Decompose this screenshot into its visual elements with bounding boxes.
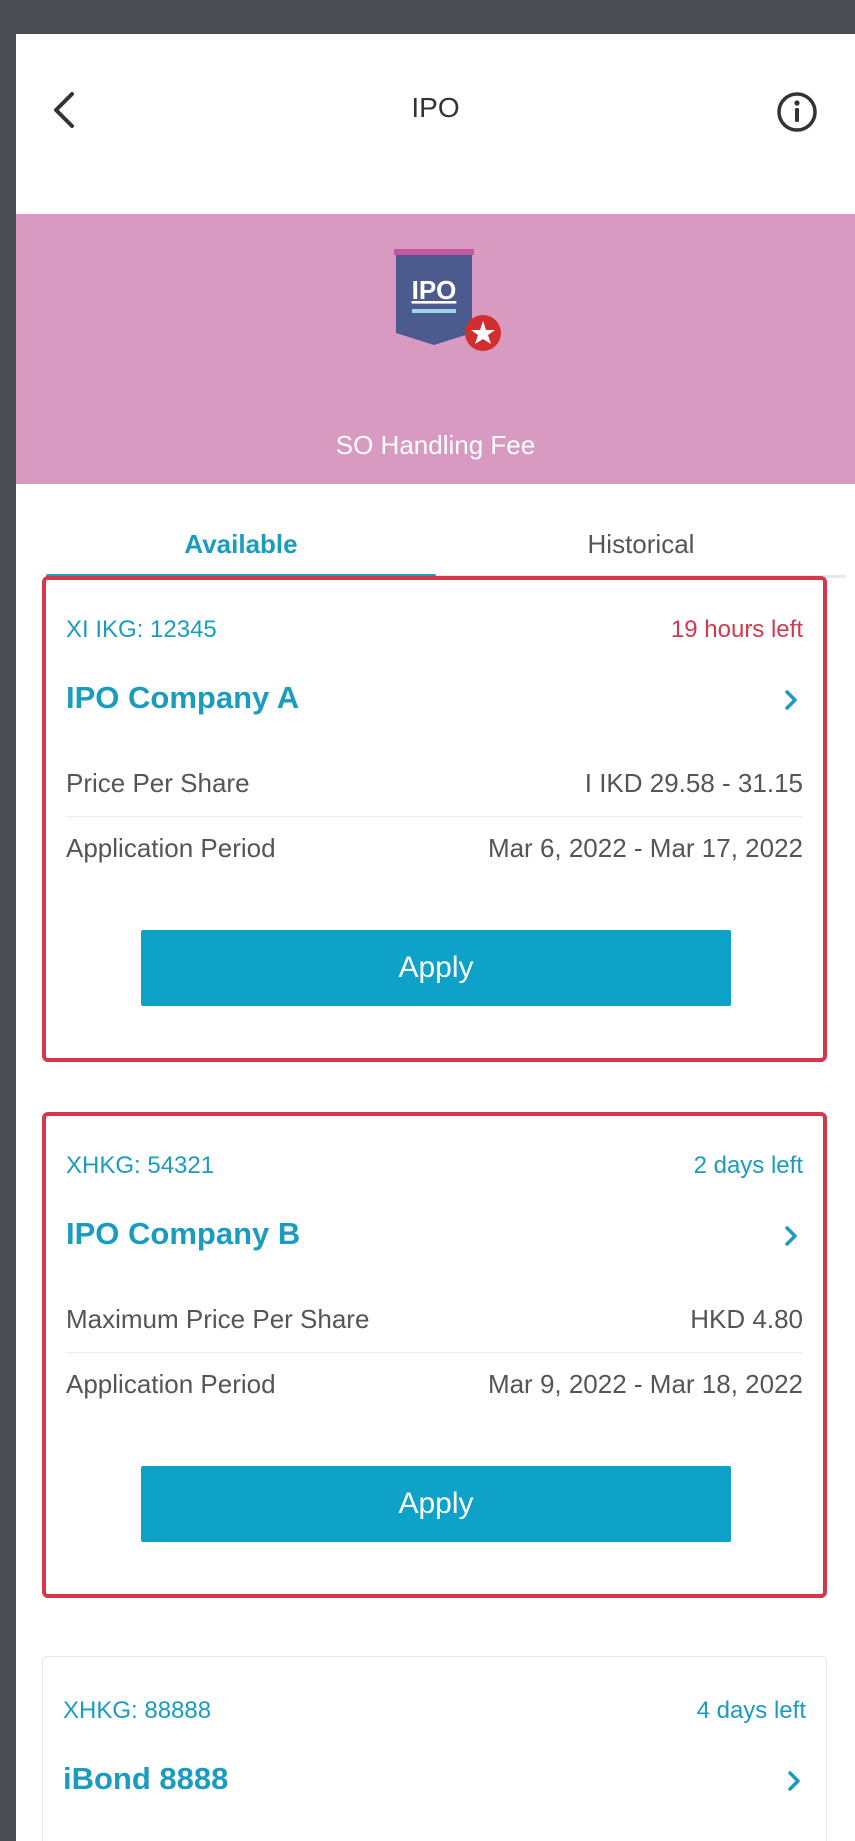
- apply-button[interactable]: Apply: [141, 930, 731, 1006]
- detail-row: Maximum Price Per Share HKD 4.80: [66, 1288, 803, 1350]
- time-left: 19 hours left: [670, 616, 803, 643]
- card-header-row: XI IKG: 12345 19 hours left: [66, 616, 803, 650]
- ipo-card[interactable]: XHKG: 88888 4 days left iBond 8888: [42, 1656, 827, 1841]
- ipo-card[interactable]: XI IKG: 12345 19 hours left IPO Company …: [42, 576, 827, 1062]
- info-circle-icon: [777, 92, 817, 132]
- detail-label: Application Period: [66, 833, 276, 863]
- tab-historical[interactable]: Historical: [446, 514, 836, 584]
- time-left: 2 days left: [693, 1152, 803, 1179]
- ipo-badge-icon: IPO: [394, 249, 501, 351]
- detail-value: I IKD 29.58 - 31.15: [584, 768, 803, 798]
- header: IPO: [16, 34, 855, 214]
- stock-code: XHKG: 88888: [63, 1697, 212, 1724]
- stock-code: XHKG: 54321: [66, 1152, 215, 1179]
- detail-label: Application Period: [66, 1369, 276, 1399]
- tab-bar: Available Historical: [46, 514, 846, 584]
- detail-label: Price Per Share: [66, 768, 250, 798]
- chevron-right-icon[interactable]: [779, 1222, 803, 1250]
- banner-caption: SO Handling Fee: [335, 430, 536, 460]
- detail-value: Mar 9, 2022 - Mar 18, 2022: [487, 1369, 803, 1399]
- page-title: IPO: [411, 92, 460, 123]
- ipo-card[interactable]: XHKG: 54321 2 days left IPO Company B Ma…: [42, 1112, 827, 1598]
- company-name[interactable]: IPO Company A: [66, 680, 299, 716]
- detail-row: Application Period Mar 9, 2022 - Mar 18,…: [66, 1352, 803, 1415]
- detail-row: Application Period Mar 6, 2022 - Mar 17,…: [66, 816, 803, 879]
- card-header-row: XHKG: 54321 2 days left: [66, 1152, 803, 1186]
- detail-label: Maximum Price Per Share: [66, 1304, 370, 1334]
- tab-available[interactable]: Available: [46, 514, 436, 584]
- detail-value: Mar 6, 2022 - Mar 17, 2022: [487, 833, 803, 863]
- detail-value: HKD 4.80: [690, 1304, 803, 1334]
- stock-code: XI IKG: 12345: [66, 616, 217, 643]
- card-header-row: XHKG: 88888 4 days left: [63, 1697, 806, 1731]
- chevron-right-icon[interactable]: [779, 686, 803, 714]
- screen: IPO IPO SO Handling Fee Available Histor…: [16, 34, 855, 1841]
- chevron-right-icon[interactable]: [782, 1767, 806, 1795]
- time-left: 4 days left: [696, 1697, 806, 1724]
- company-name[interactable]: IPO Company B: [66, 1216, 300, 1252]
- apply-button[interactable]: Apply: [141, 1466, 731, 1542]
- ipo-badge-label: IPO: [412, 275, 457, 305]
- company-name[interactable]: iBond 8888: [63, 1761, 228, 1797]
- detail-row: Price Per Share I IKD 29.58 - 31.15: [66, 752, 803, 814]
- info-button[interactable]: [775, 90, 819, 134]
